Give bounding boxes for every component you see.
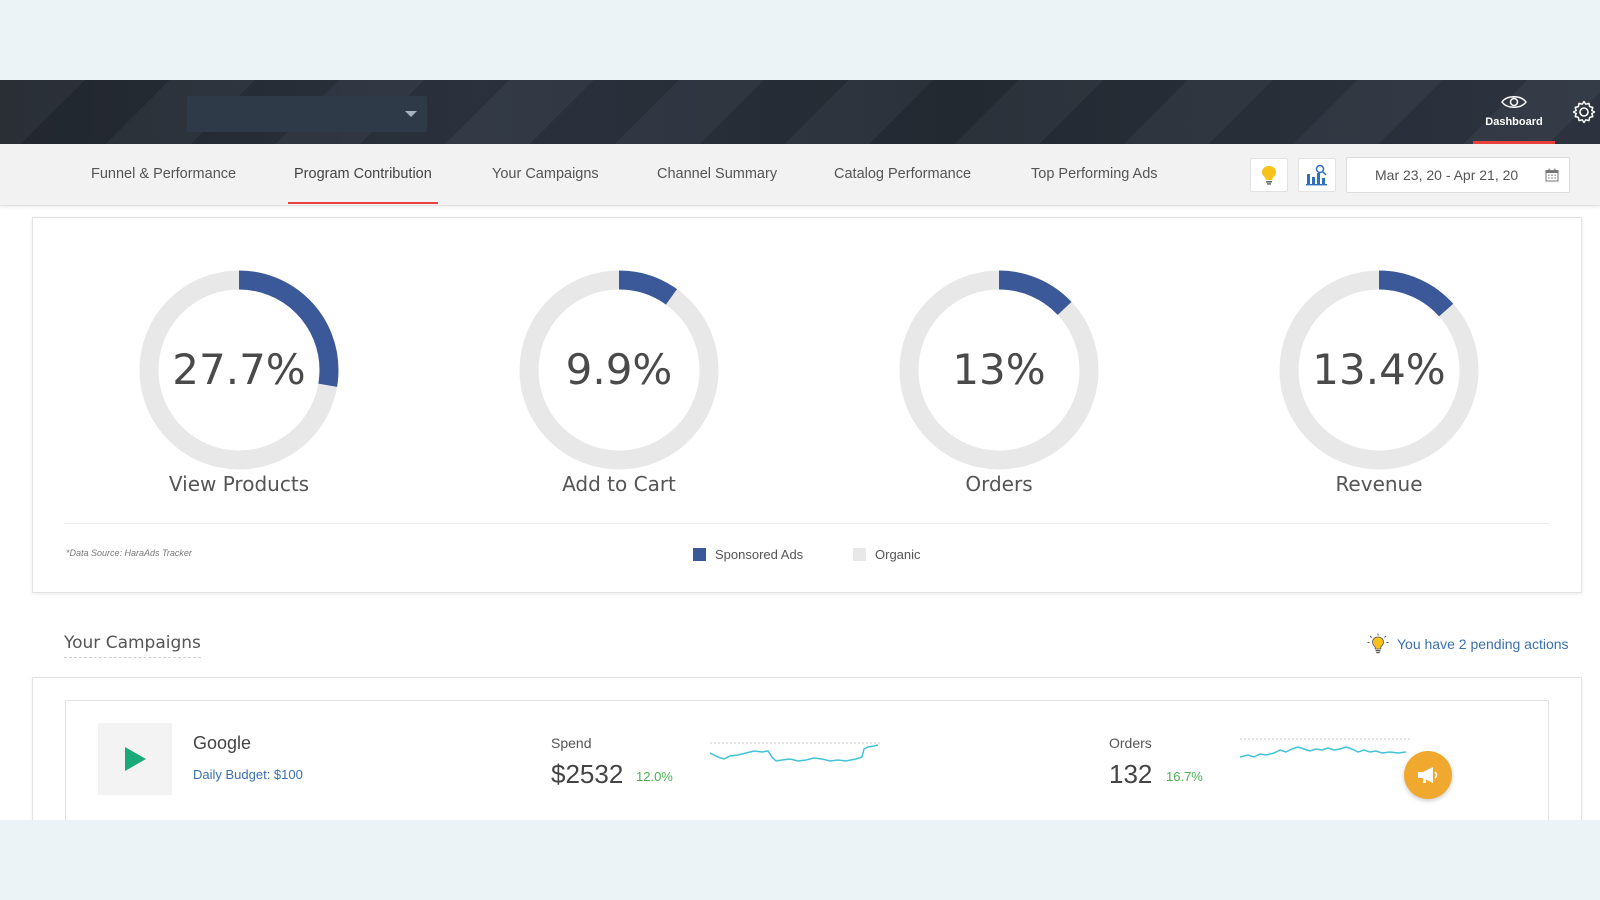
pending-actions-link[interactable]: You have 2 pending actions <box>1367 633 1569 655</box>
orders-percent: 13% <box>952 345 1046 394</box>
chart-search-icon <box>1306 164 1327 186</box>
tab-catalog-performance[interactable]: Catalog Performance <box>834 144 971 206</box>
data-source-note: *Data Source: HaraAds Tracker <box>66 548 192 558</box>
spend-sparkline <box>710 742 880 762</box>
campaign-row[interactable]: Google Daily Budget: $100 Spend $2532 12… <box>65 700 1549 820</box>
donut-revenue: 13.4% <box>1279 270 1479 470</box>
spend-change: 12.0% <box>636 769 673 784</box>
play-icon <box>125 747 146 771</box>
orders-sparkline <box>1240 738 1410 758</box>
legend-label: Sponsored Ads <box>715 547 804 562</box>
add-to-cart-percent: 9.9% <box>565 345 673 394</box>
legend-organic: Organic <box>853 547 921 562</box>
donut-add-to-cart: 9.9% <box>519 270 719 470</box>
divider <box>65 523 1549 524</box>
dashboard-button[interactable]: Dashboard <box>1473 80 1555 144</box>
spend-label: Spend <box>551 735 592 751</box>
add-to-cart-label: Add to Cart <box>562 472 676 496</box>
nav-bar: Funnel & Performance Program Contributio… <box>0 144 1600 206</box>
legend-swatch <box>693 548 706 561</box>
eye-icon <box>1501 96 1527 108</box>
lightbulb-icon <box>1367 633 1389 654</box>
tab-program-contribution[interactable]: Program Contribution <box>288 144 438 206</box>
chevron-down-icon <box>405 111 417 117</box>
date-range-text: Mar 23, 20 - Apr 21, 20 <box>1375 167 1519 183</box>
legend-label: Organic <box>875 547 921 562</box>
account-select[interactable] <box>187 96 427 132</box>
megaphone-button[interactable] <box>1404 751 1452 799</box>
your-campaigns-title: Your Campaigns <box>64 633 201 658</box>
analytics-button[interactable] <box>1298 158 1336 192</box>
gear-icon[interactable] <box>1572 100 1596 124</box>
date-range-picker[interactable]: Mar 23, 20 - Apr 21, 20 <box>1346 157 1570 193</box>
tab-channel-summary[interactable]: Channel Summary <box>657 144 777 206</box>
revenue-label: Revenue <box>1335 472 1423 496</box>
spend-value: $2532 <box>551 759 624 789</box>
orders-metric-change: 16.7% <box>1166 769 1203 784</box>
donut-orders: 13% <box>899 270 1099 470</box>
view-products-percent: 27.7% <box>172 345 306 394</box>
legend-swatch <box>853 548 866 561</box>
tab-top-performing-ads[interactable]: Top Performing Ads <box>1031 144 1158 206</box>
top-header-bar: Dashboard <box>0 80 1600 144</box>
tab-your-campaigns[interactable]: Your Campaigns <box>492 144 599 206</box>
donut-view-products: 27.7% <box>139 270 339 470</box>
orders-metric-value: 132 <box>1109 759 1153 789</box>
tab-funnel-performance[interactable]: Funnel & Performance <box>91 144 236 206</box>
legend-sponsored-ads: Sponsored Ads <box>693 547 803 562</box>
app-window: Dashboard Funnel & Performance Program C… <box>0 80 1600 820</box>
lightbulb-icon <box>1262 166 1276 185</box>
orders-metric-label: Orders <box>1109 735 1152 751</box>
revenue-percent: 13.4% <box>1312 345 1446 394</box>
insights-button[interactable] <box>1250 158 1288 192</box>
play-button[interactable] <box>98 723 172 795</box>
orders-label: Orders <box>965 472 1033 496</box>
pending-actions-text: You have 2 pending actions <box>1397 636 1569 652</box>
program-contribution-card: 27.7% View Products 9.9% Add to Cart 13%… <box>32 217 1582 593</box>
campaigns-card: Google Daily Budget: $100 Spend $2532 12… <box>32 677 1582 820</box>
calendar-icon <box>1545 168 1559 182</box>
campaign-budget: Daily Budget: $100 <box>193 767 303 782</box>
megaphone-icon <box>1418 767 1438 783</box>
dashboard-label: Dashboard <box>1485 116 1543 128</box>
view-products-label: View Products <box>168 472 310 496</box>
campaign-name[interactable]: Google <box>193 733 251 754</box>
